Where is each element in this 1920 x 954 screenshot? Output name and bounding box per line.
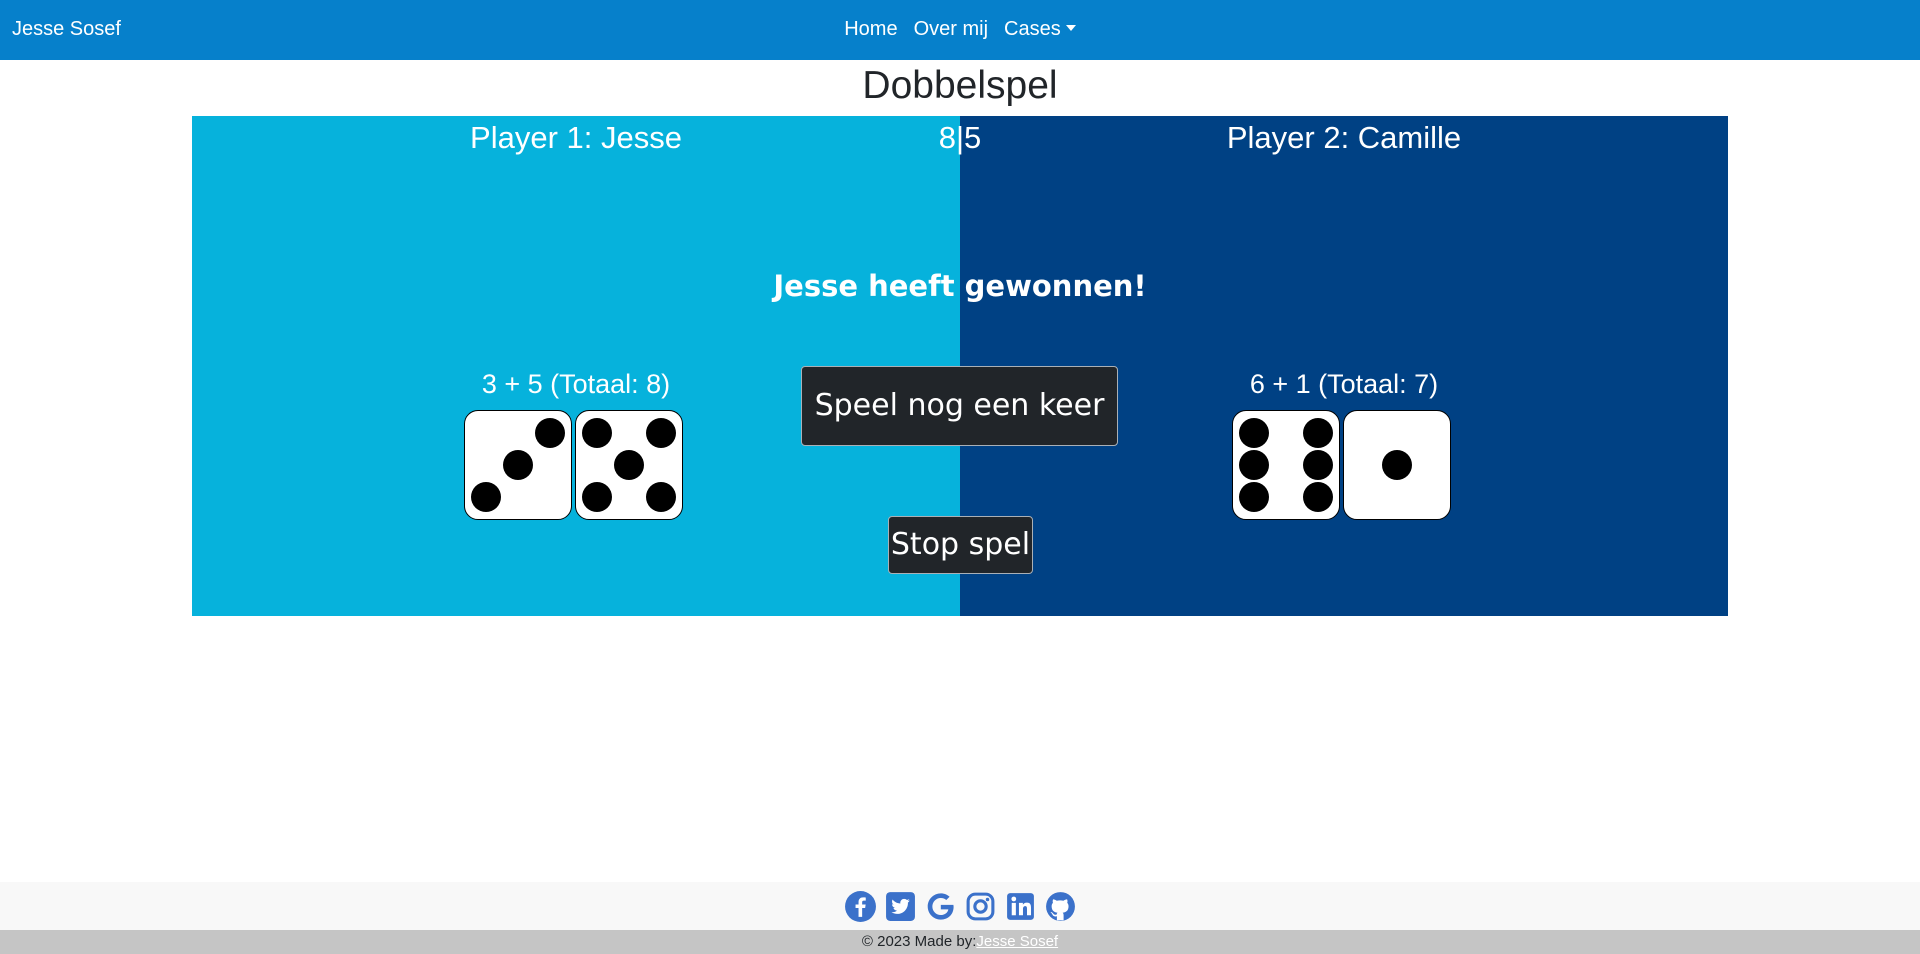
linkedin-icon[interactable] — [1004, 890, 1037, 923]
die-pip — [1302, 450, 1333, 480]
caret-down-icon — [1065, 25, 1076, 31]
die-pip — [1302, 482, 1333, 513]
instagram-icon[interactable] — [964, 890, 997, 923]
nav-over-mij-link[interactable]: Over mij — [914, 18, 988, 41]
player1-dice — [464, 410, 683, 520]
twitter-icon[interactable] — [884, 890, 917, 923]
die-pip — [645, 417, 676, 448]
player1-roll-text: 3 + 5 (Totaal: 8) — [481, 369, 671, 399]
score-right: 5 — [964, 120, 982, 155]
page-title: Dobbelspel — [862, 64, 1058, 107]
die-face-1 — [1343, 410, 1451, 520]
stop-game-button[interactable]: Stop spel — [888, 516, 1033, 574]
copyright-bar: © 2023 Made by:Jesse Sosef — [0, 930, 1920, 954]
nav-cases-dropdown[interactable]: Cases — [1004, 18, 1076, 41]
die-pip — [1239, 482, 1270, 513]
social-links — [0, 890, 1920, 923]
winner-message: Jesse heeft gewonnen! — [773, 269, 1147, 303]
score-left: 8 — [938, 120, 956, 155]
die-pip — [1239, 450, 1270, 480]
die-pip — [1382, 450, 1412, 480]
die-pip — [1302, 417, 1333, 448]
copyright-text: © 2023 Made by: — [861, 933, 977, 950]
google-icon[interactable] — [924, 890, 957, 923]
player2-dice — [1232, 410, 1451, 520]
score-display: 8|5 — [938, 120, 982, 155]
die-face-5 — [575, 410, 683, 520]
die-pip — [1239, 417, 1270, 448]
player2-roll-text: 6 + 1 (Totaal: 7) — [1249, 369, 1439, 399]
player1-name: Player 1: Jesse — [470, 120, 682, 155]
die-pip — [471, 482, 502, 513]
navbar: Jesse Sosef Home Over mij Cases — [0, 0, 1920, 60]
github-icon[interactable] — [1044, 890, 1077, 923]
die-pip — [582, 482, 613, 513]
game-board: Player 1: Jesse Player 2: Camille 8|5 Je… — [192, 116, 1728, 616]
die-pip — [645, 482, 676, 513]
facebook-icon[interactable] — [844, 890, 877, 923]
die-pip — [582, 417, 613, 448]
die-pip — [534, 417, 565, 448]
player2-name: Player 2: Camille — [1226, 120, 1462, 155]
die-face-3 — [464, 410, 572, 520]
author-link[interactable]: Jesse Sosef — [976, 933, 1058, 950]
footer: © 2023 Made by:Jesse Sosef — [0, 882, 1920, 954]
nav-links: Home Over mij Cases — [0, 18, 1920, 41]
die-pip — [614, 450, 644, 480]
play-again-button[interactable]: Speel nog een keer — [801, 366, 1118, 446]
die-face-6 — [1232, 410, 1340, 520]
nav-home-link[interactable]: Home — [844, 18, 897, 41]
die-pip — [503, 450, 533, 480]
nav-cases-label: Cases — [1004, 18, 1061, 40]
